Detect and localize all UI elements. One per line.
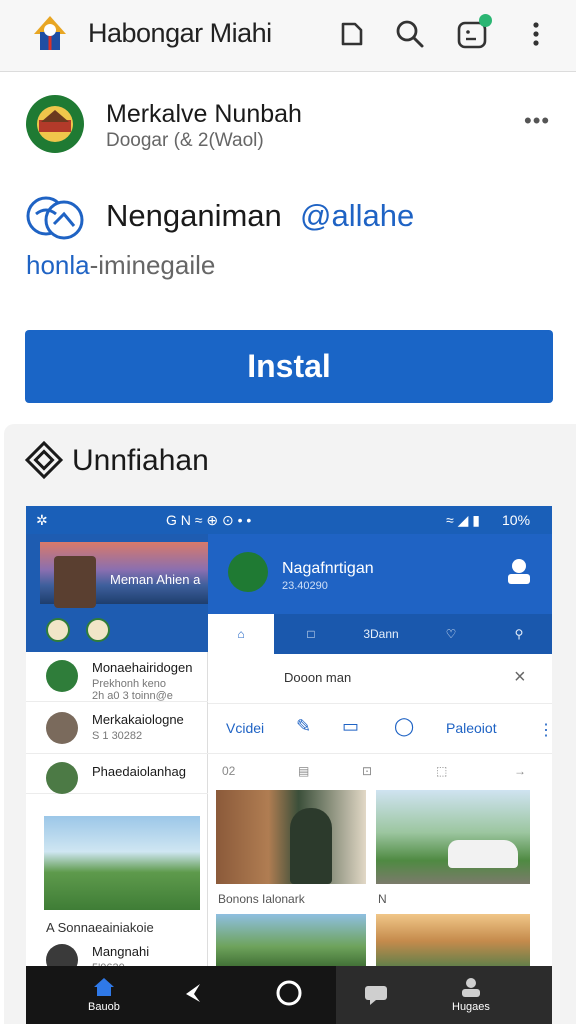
drawer-avatar xyxy=(54,556,96,608)
drawer-mini-icon-2[interactable] xyxy=(86,618,110,642)
developer-tagline: honla-iminegaile xyxy=(26,250,215,281)
drawer-item-2[interactable]: Merkakaiologne S 1 30282 xyxy=(26,704,208,754)
content-header: Nagafnrtigan 23.40290 xyxy=(208,534,552,614)
nav-drawer: Meman Ahien a Monaehairidogen Prekhonh k… xyxy=(26,534,208,976)
photo-library[interactable] xyxy=(216,790,366,884)
app-bar-title: Habongar Miahi xyxy=(88,18,272,48)
drawer-item-2-avatar xyxy=(46,712,78,744)
home-circle-icon[interactable] xyxy=(274,978,304,1011)
screenshot-phone[interactable]: ✲ G N ≈ ⊕ ⊙ • • ≈ ◢ ▮ 10% Meman Ahien a … xyxy=(26,506,552,1024)
photo-group[interactable] xyxy=(216,914,366,968)
actions-more-icon[interactable]: ⋮ xyxy=(538,720,552,740)
drawer-item-2-title: Merkakaiologne xyxy=(92,712,184,727)
person-icon xyxy=(461,978,480,997)
photo-building-car[interactable] xyxy=(376,790,530,884)
app-subtitle: Doogar (& 2(Waol) xyxy=(106,130,264,151)
developer-tag-rest: -iminegaile xyxy=(89,250,216,280)
close-icon[interactable]: × xyxy=(514,666,526,689)
chat-icon[interactable]: ▭ xyxy=(342,716,359,737)
phone-nav-bar: Bauob Hugaes xyxy=(26,966,552,1024)
status-left-text: G N ≈ ⊕ ⊙ • • xyxy=(166,512,252,528)
developer-tag-prefix: honla xyxy=(26,250,90,280)
more-vert-icon[interactable] xyxy=(518,16,554,52)
app-logo-icon[interactable] xyxy=(32,14,68,54)
drawer-item-3[interactable]: Phaedaiolanhag xyxy=(26,754,208,794)
profile-icon[interactable] xyxy=(504,556,534,586)
drawer-header: Meman Ahien a xyxy=(26,534,208,652)
battery-percent: 10% xyxy=(502,512,531,528)
section-diamond-icon xyxy=(24,440,64,480)
app-name: Merkalve Nunbah xyxy=(106,100,302,128)
drawer-photo[interactable] xyxy=(44,816,200,910)
action-report[interactable]: Paleoiot xyxy=(446,720,497,736)
drawer-item-1[interactable]: Monaehairidogen Prekhonh keno 2h a0 3 to… xyxy=(26,652,208,702)
search-icon[interactable] xyxy=(392,16,428,52)
mini-list-icon[interactable]: ▤ xyxy=(298,764,309,778)
bookmark-icon[interactable] xyxy=(334,16,370,52)
drawer-photo-caption: A Sonnaeainiakoie xyxy=(46,920,154,935)
nav-home[interactable]: Bauob xyxy=(88,976,120,1013)
mini-count: 02 xyxy=(222,764,236,778)
app-more-button[interactable]: ••• xyxy=(524,108,550,134)
drawer-item-1-title: Monaehairidogen xyxy=(92,660,193,675)
content-title: Nagafnrtigan xyxy=(282,560,374,577)
tab-heart[interactable]: ♡ xyxy=(418,614,484,654)
drawer-item-3-avatar xyxy=(46,762,78,794)
top-app-bar: Habongar Miahi xyxy=(0,0,576,72)
photo-caption-right: N xyxy=(378,892,387,906)
developer-name: Nenganiman xyxy=(106,198,282,233)
back-icon[interactable] xyxy=(182,982,204,1007)
drawer-item-1-line3: 2h a0 3 toinn@e xyxy=(92,690,173,702)
edit-icon[interactable]: ✎ xyxy=(296,716,311,737)
nav-home-label: Bauob xyxy=(88,1001,120,1013)
content-row[interactable]: Dooon man × xyxy=(208,654,552,704)
nav-profile[interactable]: Hugaes xyxy=(452,976,490,1013)
developer-handle[interactable]: @allahe xyxy=(300,198,414,234)
content-actions: Vcidei ✎ ▭ ◯ Paleoiot ⋮ xyxy=(208,704,552,754)
drawer-banner-text: Meman Ahien a xyxy=(110,572,201,587)
content-panel: Nagafnrtigan 23.40290 ⌂ □ 3Dann ♡ ⚲ Dooo… xyxy=(208,534,552,968)
mini-camera-icon[interactable]: ⊡ xyxy=(362,764,372,778)
content-tabs: ⌂ □ 3Dann ♡ ⚲ xyxy=(208,614,552,654)
app-icon xyxy=(26,95,84,153)
drawer-item-4-title: Mangnahi xyxy=(92,944,150,959)
notification-badge xyxy=(479,14,492,27)
content-mini-row: 02 ▤ ⊡ ⬚ → xyxy=(208,754,552,788)
drawer-item-2-line2: S 1 30282 xyxy=(92,730,143,742)
drawer-banner: Meman Ahien a xyxy=(40,542,208,608)
settings-status-icon: ✲ xyxy=(36,512,48,528)
wifi-signal-icon: ≈ ◢ ▮ xyxy=(446,512,480,528)
drawer-item-1-line2: Prekhonh keno xyxy=(92,678,166,690)
content-avatar xyxy=(228,552,268,592)
drawer-item-1-avatar xyxy=(46,660,78,692)
tab-3d[interactable]: 3Dann xyxy=(348,614,414,654)
comment-icon[interactable]: ◯ xyxy=(394,716,414,737)
mini-image-icon[interactable]: ⬚ xyxy=(436,764,447,778)
messages-icon[interactable] xyxy=(364,984,388,1009)
content-subtitle: 23.40290 xyxy=(282,580,328,592)
nav-profile-label: Hugaes xyxy=(452,1001,490,1013)
section-title: Unnfiahan xyxy=(72,444,209,477)
tab-square[interactable]: □ xyxy=(278,614,344,654)
tab-search[interactable]: ⚲ xyxy=(486,614,552,654)
photo-car xyxy=(448,840,518,868)
mini-arrow-icon[interactable]: → xyxy=(514,764,526,778)
developer-icon xyxy=(26,196,84,240)
content-row-text: Dooon man xyxy=(284,670,352,685)
install-button[interactable]: Instal xyxy=(25,330,553,403)
action-video[interactable]: Vcidei xyxy=(226,720,264,736)
home-icon xyxy=(93,978,114,996)
drawer-item-3-title: Phaedaiolanhag xyxy=(92,764,186,779)
notification-icon[interactable] xyxy=(454,14,492,52)
photo-pavilion[interactable] xyxy=(376,914,530,968)
photo-person xyxy=(290,808,332,884)
drawer-mini-icon-1[interactable] xyxy=(46,618,70,642)
photo-caption-left: Bonons Ialonark xyxy=(218,892,305,906)
status-bar: ✲ G N ≈ ⊕ ⊙ • • ≈ ◢ ▮ 10% xyxy=(26,506,552,534)
tab-home[interactable]: ⌂ xyxy=(208,614,274,654)
